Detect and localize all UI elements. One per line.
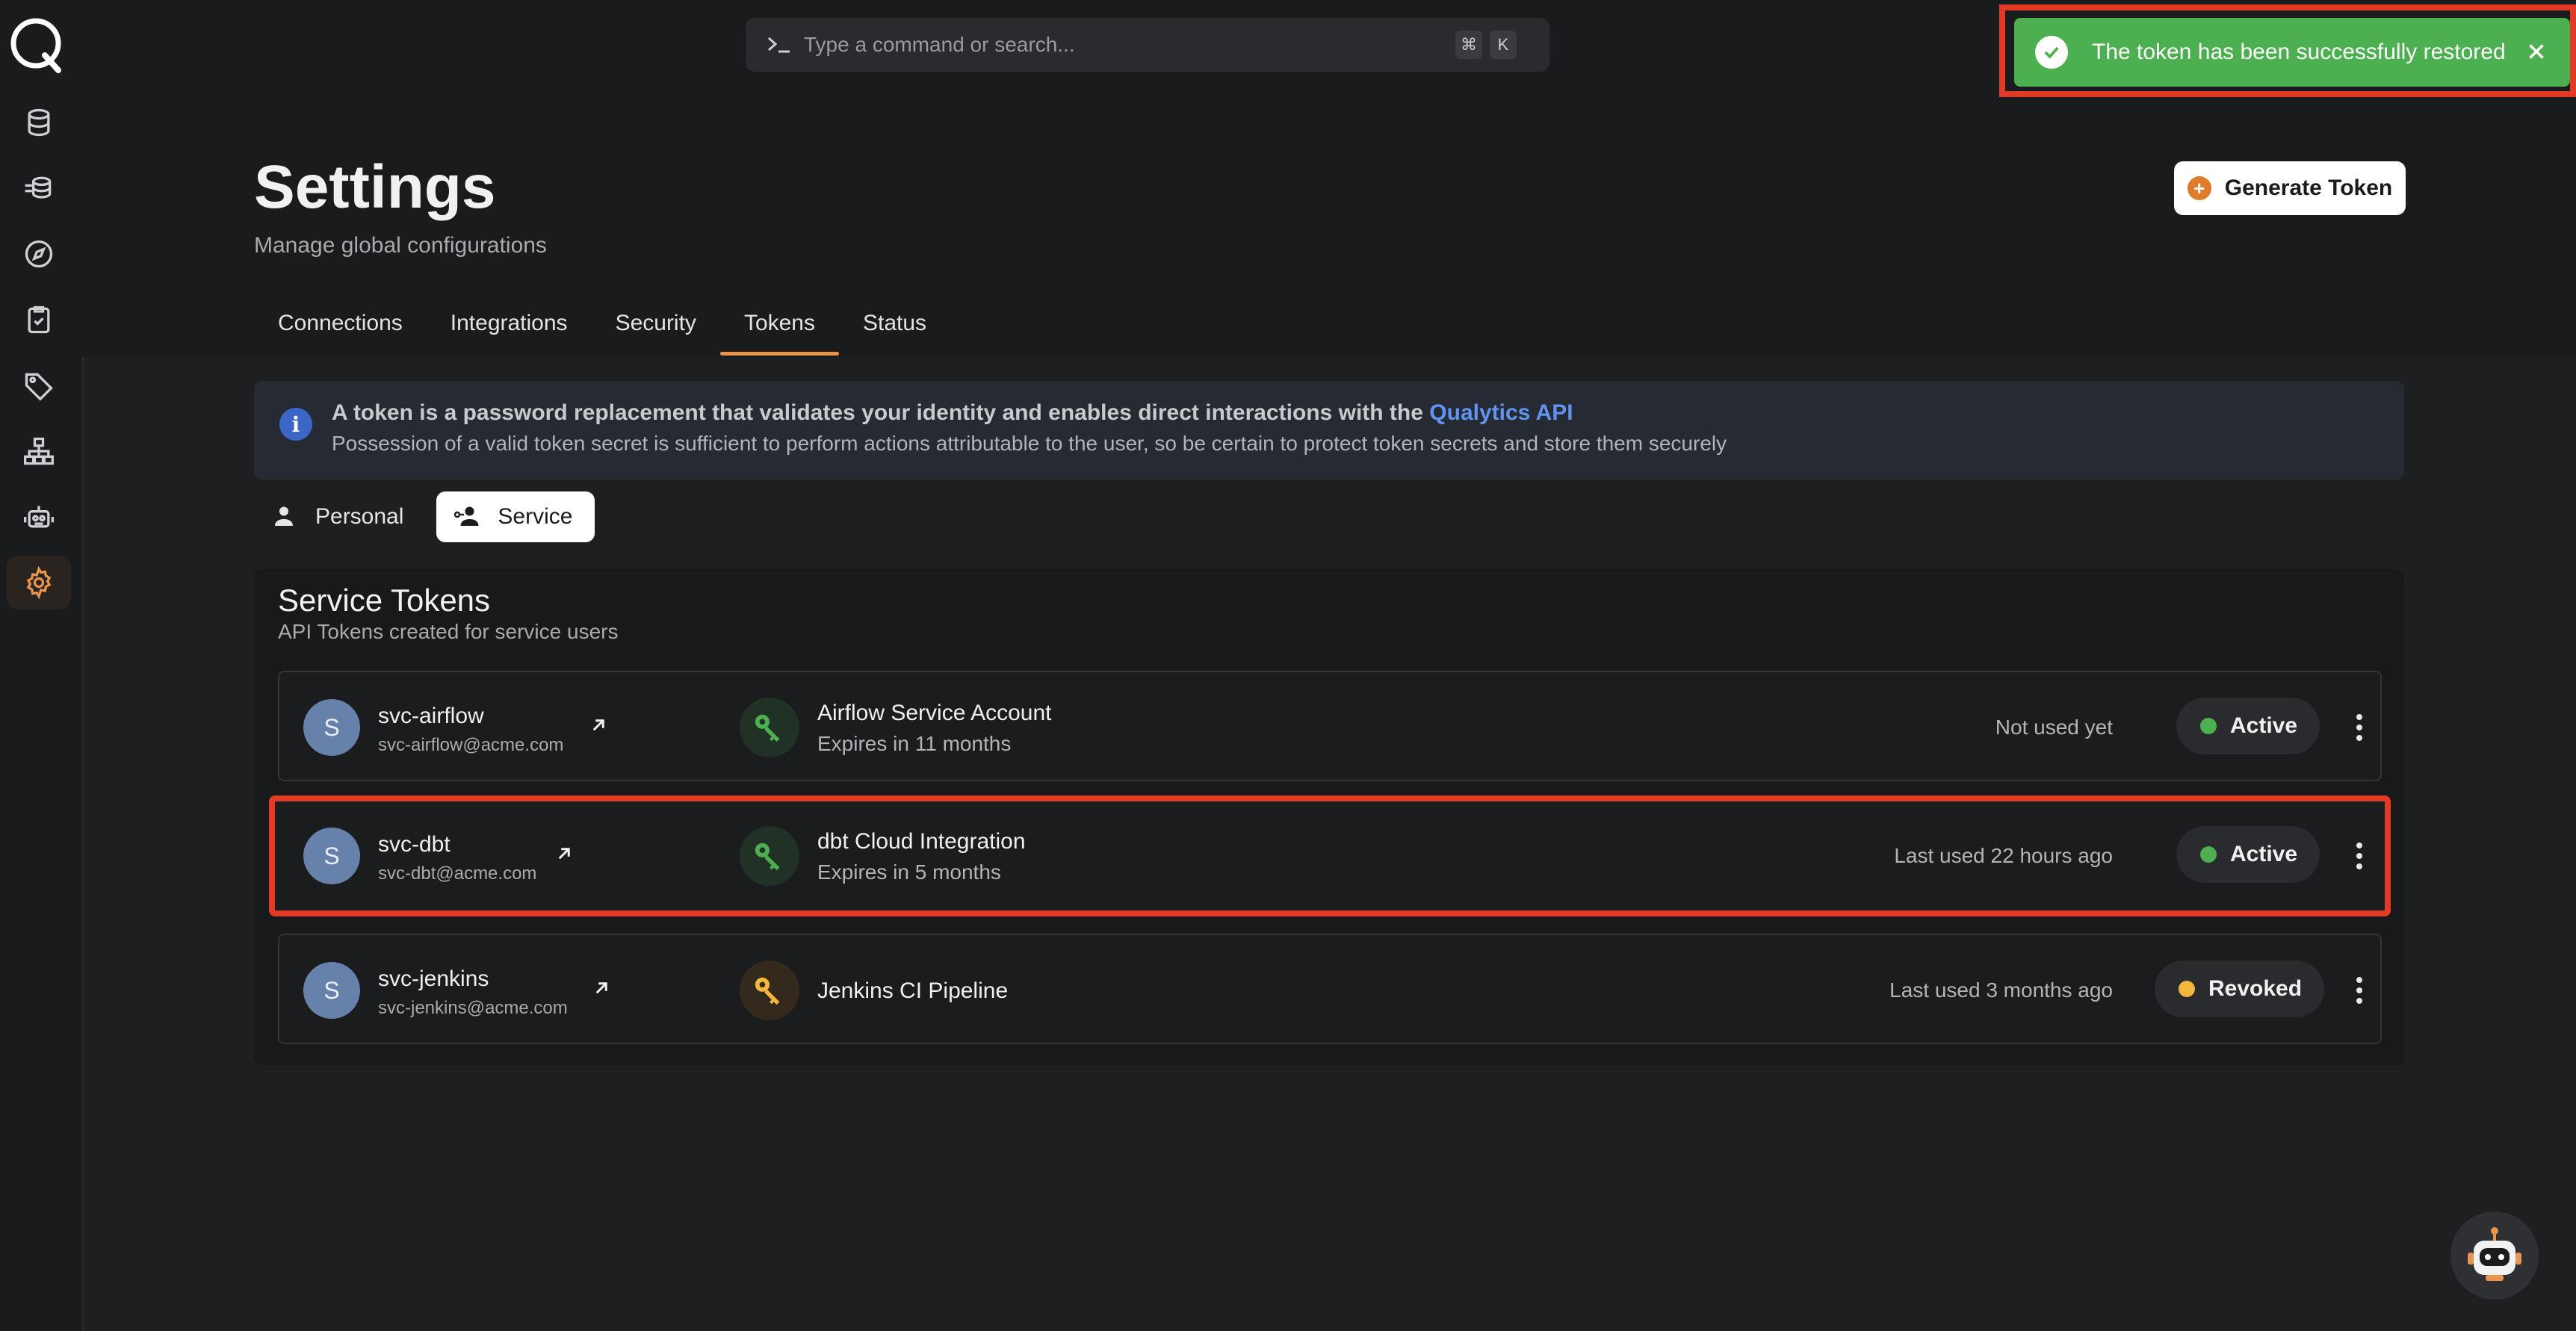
tab-status[interactable]: Status: [839, 294, 950, 356]
token-type-toggle: Personal Service: [254, 491, 595, 542]
service-user-name: svc-airflow: [378, 704, 484, 728]
token-key-badge: [740, 698, 799, 757]
tab-tokens[interactable]: Tokens: [719, 294, 840, 356]
avatar: S: [303, 828, 360, 884]
page-title: Settings: [254, 153, 496, 221]
compass-icon: [25, 240, 53, 268]
qualytics-api-link[interactable]: Qualytics API: [1429, 400, 1573, 425]
row-actions-menu-icon[interactable]: [2344, 968, 2374, 1013]
sidebar-item-settings[interactable]: [7, 556, 71, 609]
status-badge-label: Revoked: [2208, 976, 2303, 1001]
person-icon: [275, 506, 293, 526]
command-search-placeholder: Type a command or search...: [804, 33, 1075, 56]
settings-tabs: Connections Integrations Security Tokens…: [254, 294, 950, 356]
settings-header: Settings Manage global configurations + …: [82, 84, 2576, 357]
tab-security[interactable]: Security: [592, 294, 720, 356]
key-icon: [755, 843, 780, 871]
assistant-bot-button[interactable]: [2450, 1211, 2539, 1300]
shortcut-k-key: K: [1490, 31, 1517, 59]
toast-message: The token has been successfully restored: [2092, 40, 2506, 64]
token-row: S svc-jenkins svc-jenkins@acme.com Jenki…: [278, 934, 2382, 1044]
service-toggle-label: Service: [498, 504, 573, 529]
row-actions-menu-icon[interactable]: [2344, 705, 2374, 750]
sidebar: [0, 0, 84, 1331]
sidebar-item-explore[interactable]: [7, 227, 71, 281]
service-user-email: svc-dbt@acme.com: [378, 863, 537, 884]
token-name: dbt Cloud Integration: [817, 829, 1026, 854]
sidebar-item-checks[interactable]: [7, 293, 71, 347]
service-tokens-title: Service Tokens: [278, 583, 491, 618]
key-icon: [755, 977, 780, 1005]
database-icon: [28, 108, 50, 137]
sidebar-item-datastores[interactable]: [7, 96, 71, 149]
token-last-used: Last used 3 months ago: [1889, 978, 2113, 1002]
service-user-name: svc-dbt: [378, 832, 451, 857]
qualytics-logo[interactable]: [6, 13, 67, 75]
check-circle-icon: [2035, 36, 2068, 69]
clipboard-check-icon: [28, 305, 50, 334]
info-banner-description: Possession of a valid token secret is su…: [332, 432, 1727, 455]
robot-icon: [24, 506, 54, 528]
service-user-name: svc-jenkins: [378, 967, 489, 991]
token-expiry: Expires in 5 months: [817, 860, 1001, 884]
sidebar-item-agents[interactable]: [7, 490, 71, 544]
open-external-arrow-icon[interactable]: [587, 714, 610, 736]
page-subtitle: Manage global configurations: [254, 233, 547, 258]
hierarchy-icon: [24, 437, 54, 465]
avatar: S: [303, 962, 360, 1019]
info-icon: i: [279, 408, 312, 441]
service-tokens-subtitle: API Tokens created for service users: [278, 620, 619, 643]
sidebar-nav: [0, 96, 82, 621]
token-last-used: Last used 22 hours ago: [1894, 844, 2113, 867]
status-badge: Active: [2176, 698, 2320, 754]
shortcut-command-key: ⌘: [1455, 31, 1482, 59]
token-info-banner: i A token is a password replacement that…: [254, 381, 2404, 480]
tag-icon: [25, 373, 53, 401]
service-tokens-card: Service Tokens API Tokens created for se…: [254, 569, 2404, 1065]
token-row: S svc-dbt svc-dbt@acme.com dbt Cloud Int…: [269, 795, 2391, 916]
sidebar-item-tags[interactable]: [7, 359, 71, 412]
terminal-prompt-icon: [768, 37, 790, 53]
personal-toggle-label: Personal: [315, 504, 404, 529]
sidebar-item-enrichment[interactable]: [7, 161, 71, 215]
service-user-email: svc-airflow@acme.com: [378, 735, 564, 755]
open-external-arrow-icon[interactable]: [590, 977, 613, 999]
status-badge-label: Active: [2230, 713, 2298, 738]
key-icon: [755, 714, 780, 742]
service-user-icon: [454, 506, 479, 526]
status-dot: [2200, 846, 2217, 863]
status-badge-label: Active: [2230, 842, 2298, 866]
status-badge: Active: [2176, 826, 2320, 883]
token-row: S svc-airflow svc-airflow@acme.com Airfl…: [278, 671, 2382, 781]
token-key-badge: [740, 961, 799, 1020]
tab-connections[interactable]: Connections: [254, 294, 427, 356]
generate-token-label: Generate Token: [2224, 176, 2393, 200]
info-banner-heading-text: A token is a password replacement that v…: [332, 400, 1430, 425]
plus-icon: +: [2187, 176, 2211, 200]
robot-assistant-icon: [2468, 1227, 2521, 1281]
success-toast: The token has been successfully restored: [2014, 18, 2570, 87]
token-name: Airflow Service Account: [817, 701, 1052, 725]
status-dot: [2179, 981, 2195, 997]
data-stack-icon: [25, 176, 52, 199]
close-icon[interactable]: [2524, 39, 2549, 64]
open-external-arrow-icon[interactable]: [553, 843, 575, 865]
service-toggle-button[interactable]: Service: [436, 491, 595, 542]
tab-integrations[interactable]: Integrations: [427, 294, 592, 356]
personal-toggle-button[interactable]: Personal: [254, 491, 426, 542]
token-key-badge: [740, 826, 799, 886]
token-expiry: Expires in 11 months: [817, 732, 1012, 755]
avatar: S: [303, 699, 360, 756]
sidebar-item-flows[interactable]: [7, 424, 71, 478]
row-actions-menu-icon[interactable]: [2344, 834, 2374, 878]
token-last-used: Not used yet: [1995, 716, 2113, 739]
status-dot: [2200, 718, 2217, 734]
info-banner-heading: A token is a password replacement that v…: [332, 400, 1573, 426]
gear-icon: [26, 566, 52, 599]
generate-token-button[interactable]: + Generate Token: [2174, 161, 2406, 215]
service-user-email: svc-jenkins@acme.com: [378, 998, 568, 1018]
command-search-bar[interactable]: Type a command or search... ⌘ K: [746, 18, 1549, 72]
status-badge: Revoked: [2155, 961, 2325, 1017]
token-name: Jenkins CI Pipeline: [817, 978, 1009, 1003]
